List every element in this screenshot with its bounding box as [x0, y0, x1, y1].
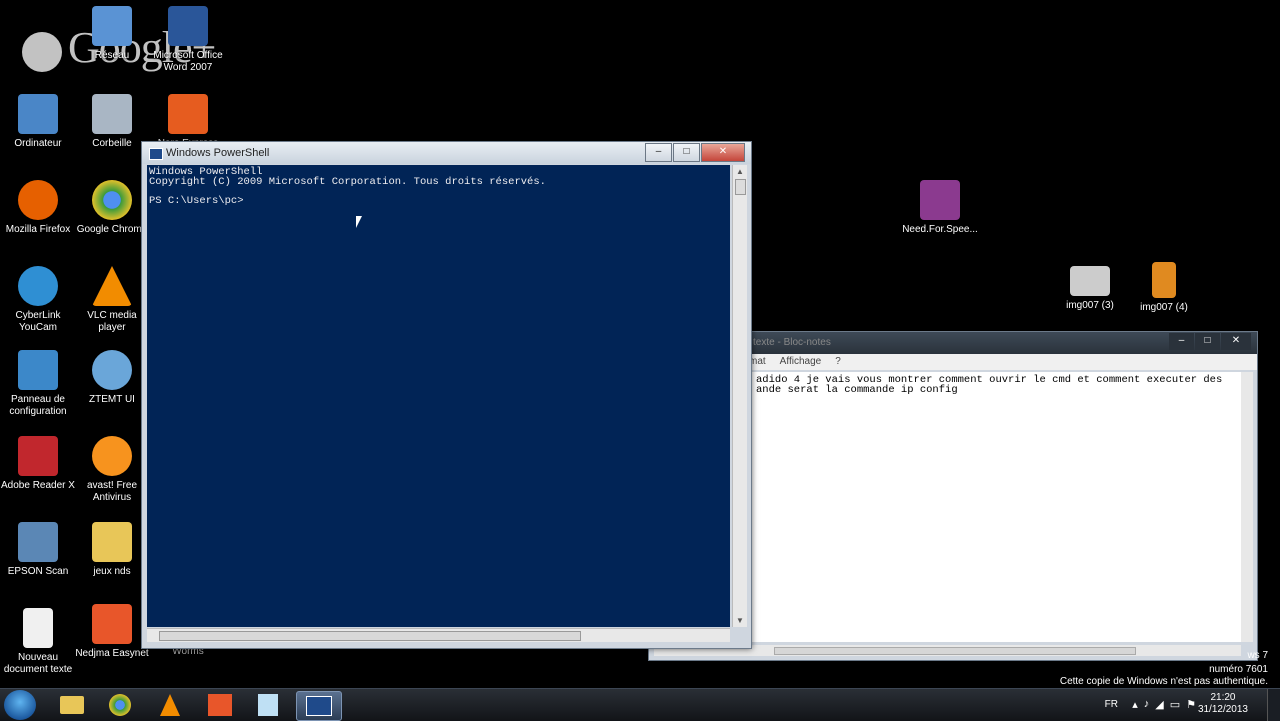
system-tray: FR ▴ ♪ ◢ ▭ ⚑ 21:20 31/12/2013: [1080, 689, 1280, 721]
speaker-icon[interactable]: ♪: [1144, 698, 1150, 711]
desktop-icon-img007-3[interactable]: img007 (3): [1052, 266, 1128, 312]
text-line: ande serat la commande ip config: [756, 384, 958, 396]
desktop-icon-chrome[interactable]: Google Chrome: [74, 180, 150, 236]
powershell-window[interactable]: Windows PowerShell – □ ✕ Windows PowerSh…: [141, 141, 752, 649]
chrome-icon: [109, 694, 131, 716]
desktop-icon-winrar-archive[interactable]: Need.For.Spee...: [902, 180, 978, 236]
notepad-icon: [258, 694, 278, 716]
webcam-icon: [18, 266, 58, 306]
nero-icon: [168, 94, 208, 134]
network-icon[interactable]: ▭: [1170, 698, 1180, 711]
language-indicator[interactable]: FR: [1105, 699, 1118, 710]
scroll-up-icon[interactable]: ▲: [736, 167, 744, 176]
avast-icon: [92, 436, 132, 476]
clock[interactable]: 21:20 31/12/2013: [1198, 692, 1248, 716]
desktop-icon-nedjma[interactable]: Nedjma Easynet: [74, 604, 150, 660]
console-line: Copyright (C) 2009 Microsoft Corporation…: [149, 176, 546, 188]
maximize-button[interactable]: □: [1195, 333, 1220, 350]
taskbar-notepad-button[interactable]: [246, 691, 290, 719]
close-button[interactable]: ✕: [701, 143, 745, 162]
word-icon: [168, 6, 208, 46]
network-icon: [92, 6, 132, 46]
watermark-line: ws 7: [1247, 650, 1268, 661]
clock-date: 31/12/2013: [1197, 704, 1248, 715]
console-prompt: PS C:\Users\pc>: [149, 195, 244, 207]
image-thumbnail-icon: [1152, 262, 1176, 298]
menu-help[interactable]: ?: [835, 354, 841, 370]
desktop-icon-computer[interactable]: Ordinateur: [0, 94, 76, 150]
watermark-line: Cette copie de Windows n'est pas authent…: [1059, 676, 1268, 687]
minimize-button[interactable]: –: [645, 143, 672, 162]
powershell-title-bar[interactable]: Windows PowerShell – □ ✕: [142, 142, 751, 164]
nedjma-icon: [92, 604, 132, 644]
desktop-icon-vlc[interactable]: VLC media player: [74, 266, 150, 334]
mouse-cursor-icon: [356, 216, 366, 228]
taskbar-chrome-button[interactable]: [98, 691, 142, 719]
folder-icon: [60, 696, 84, 714]
chrome-icon: [92, 180, 132, 220]
taskbar-powershell-button[interactable]: [296, 691, 342, 721]
menu-affichage[interactable]: Affichage: [780, 354, 822, 370]
desktop-icon-epson-scan[interactable]: EPSON Scan: [0, 522, 76, 578]
vertical-scrollbar[interactable]: [1241, 372, 1253, 642]
vertical-scrollbar[interactable]: ▲ ▼: [732, 165, 747, 627]
desktop-icon-network[interactable]: Réseau: [74, 6, 150, 62]
winrar-icon: [920, 180, 960, 220]
powershell-icon: [306, 696, 332, 716]
desktop-icon-img007-4[interactable]: img007 (4): [1126, 262, 1202, 314]
close-button[interactable]: ✕: [1221, 333, 1251, 350]
desktop-icon-jeux-nds[interactable]: jeux nds: [74, 522, 150, 578]
powershell-icon: [149, 148, 163, 160]
clock-time: 21:20: [1210, 692, 1236, 703]
pdf-icon: [18, 436, 58, 476]
maximize-button[interactable]: □: [673, 143, 700, 162]
scroll-thumb[interactable]: [159, 631, 581, 641]
firefox-icon: [18, 180, 58, 220]
desktop-icon-adobe-reader[interactable]: Adobe Reader X: [0, 436, 76, 492]
folder-icon: [92, 522, 132, 562]
desktop-icon-word[interactable]: Microsoft Office Word 2007: [150, 6, 226, 74]
scanner-icon: [18, 522, 58, 562]
scroll-thumb[interactable]: [774, 647, 1136, 655]
show-hidden-icons-icon[interactable]: ▴: [1132, 698, 1138, 711]
horizontal-scrollbar[interactable]: [147, 628, 730, 642]
powershell-console[interactable]: Windows PowerShell Copyright (C) 2009 Mi…: [147, 165, 730, 627]
taskbar: FR ▴ ♪ ◢ ▭ ⚑ 21:20 31/12/2013: [0, 688, 1280, 721]
taskbar-explorer-button[interactable]: [50, 691, 94, 719]
recycle-bin-icon: [92, 94, 132, 134]
computer-icon: [18, 94, 58, 134]
taskbar-nedjma-button[interactable]: [198, 691, 242, 719]
taskbar-vlc-button[interactable]: [148, 691, 192, 719]
flag-icon[interactable]: ⚑: [1186, 698, 1196, 711]
desktop-icon-youcam[interactable]: CyberLink YouCam: [0, 266, 76, 334]
watermark-line: numéro 7601: [1209, 664, 1268, 675]
tray-icons: ▴ ♪ ◢ ▭ ⚑: [1132, 698, 1196, 711]
ztemt-icon: [92, 350, 132, 390]
show-desktop-button[interactable]: [1267, 689, 1280, 721]
scroll-down-icon[interactable]: ▼: [736, 616, 744, 625]
signal-icon[interactable]: ◢: [1155, 698, 1163, 711]
text-document-icon: [23, 608, 53, 648]
nedjma-icon: [208, 694, 232, 716]
desktop-icon-recycle-bin[interactable]: Corbeille: [74, 94, 150, 150]
scroll-thumb[interactable]: [735, 179, 746, 195]
desktop-icon-control-panel[interactable]: Panneau de configuration: [0, 350, 76, 418]
desktop-icon-firefox[interactable]: Mozilla Firefox: [0, 180, 76, 236]
start-button[interactable]: [4, 690, 36, 720]
image-thumbnail-icon: [1070, 266, 1110, 296]
desktop-icon-avast[interactable]: avast! Free Antivirus: [74, 436, 150, 504]
vlc-cone-icon: [160, 694, 180, 716]
control-panel-icon: [18, 350, 58, 390]
vlc-cone-icon: [92, 266, 132, 306]
desktop-icon-new-text-doc[interactable]: Nouveau document texte: [0, 608, 76, 676]
minimize-button[interactable]: –: [1169, 333, 1194, 350]
desktop-icon-ztemt[interactable]: ZTEMT UI: [74, 350, 150, 406]
